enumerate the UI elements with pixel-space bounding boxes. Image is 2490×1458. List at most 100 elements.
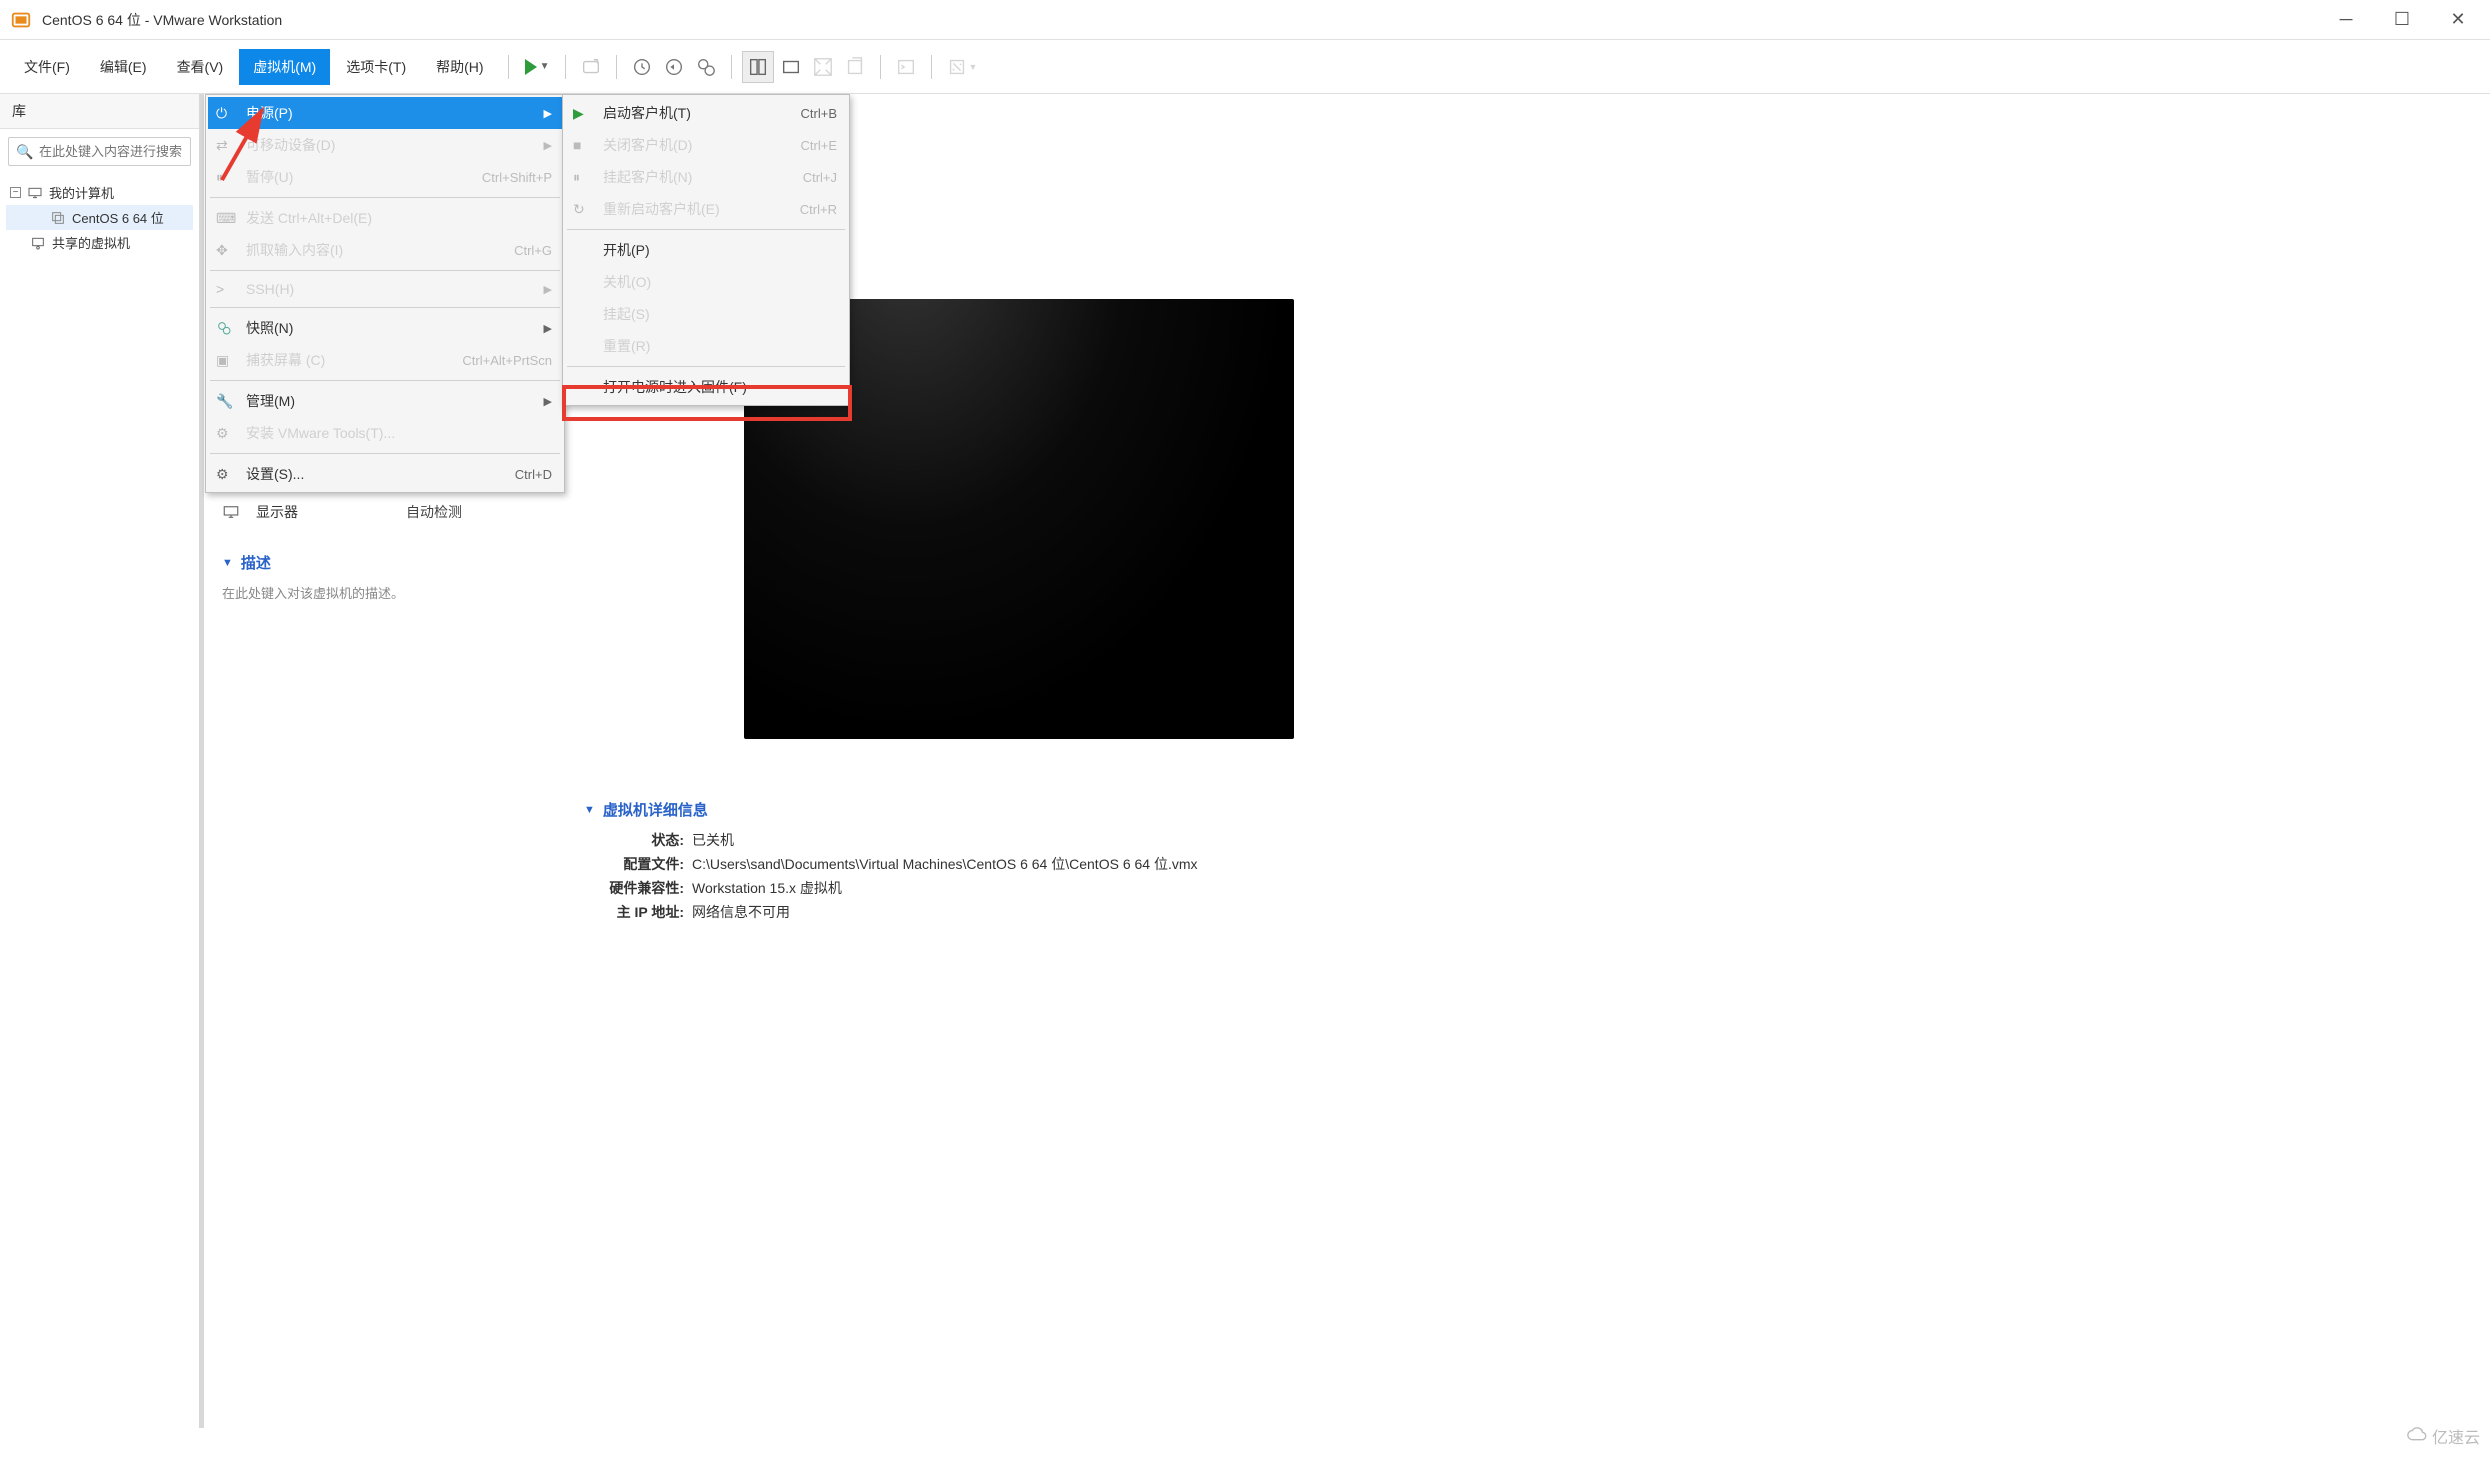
- detail-key: 硬件兼容性:: [584, 878, 684, 898]
- menu-separator: [210, 270, 560, 271]
- console-button[interactable]: [891, 52, 921, 82]
- menu-item-ssh: >SSH(H)▶: [208, 275, 562, 303]
- hw-name: 显示器: [256, 502, 406, 522]
- detail-key: 配置文件:: [584, 854, 684, 874]
- menu-item-manage[interactable]: 🔧 管理(M) ▶: [208, 385, 562, 417]
- detail-row: 状态: 已关机: [584, 830, 2450, 850]
- submenu-item: 关机(O): [565, 266, 847, 298]
- submenu-item[interactable]: ▶ 启动客户机(T)Ctrl+B: [565, 97, 847, 129]
- menu-shortcut: Ctrl+Shift+P: [482, 170, 552, 185]
- menu-separator: [210, 307, 560, 308]
- app-icon: [10, 9, 32, 31]
- sidebar-header: 库: [0, 94, 199, 129]
- power-on-button[interactable]: ▼: [519, 55, 556, 79]
- revert-snapshot-button[interactable]: [659, 52, 689, 82]
- manage-snapshots-button[interactable]: [691, 52, 721, 82]
- menubar: 文件(F) 编辑(E) 查看(V) 虚拟机(M) 选项卡(T) 帮助(H) ▼ …: [0, 40, 2490, 94]
- detail-value: 网络信息不可用: [692, 902, 790, 922]
- close-button[interactable]: ✕: [2444, 6, 2472, 34]
- menu-separator: [210, 380, 560, 381]
- menu-label: 开机(P): [603, 240, 837, 260]
- menu-item-tools: ⚙安装 VMware Tools(T)...: [208, 417, 562, 449]
- menu-item-snapshot[interactable]: 快照(N)▶: [208, 312, 562, 344]
- detail-value: Workstation 15.x 虚拟机: [692, 878, 842, 898]
- description-placeholder[interactable]: 在此处键入对该虚拟机的描述。: [222, 583, 546, 602]
- watermark: 亿速云: [2406, 1424, 2480, 1448]
- detail-row: 配置文件:C:\Users\sand\Documents\Virtual Mac…: [584, 854, 2450, 874]
- unity-button[interactable]: [840, 52, 870, 82]
- snapshot-icon: [216, 320, 238, 336]
- tree-shared-vms[interactable]: 共享的虚拟机: [6, 230, 193, 255]
- menu-shortcut: Ctrl+D: [515, 467, 552, 482]
- menu-shortcut: Ctrl+B: [801, 106, 837, 121]
- menu-shortcut: Ctrl+R: [800, 202, 837, 217]
- submenu-item[interactable]: 打开电源时进入固件(F): [565, 371, 847, 403]
- detail-value: 已关机: [692, 830, 734, 850]
- tree-my-computer[interactable]: − 我的计算机: [6, 180, 193, 205]
- menu-edit[interactable]: 编辑(E): [86, 49, 161, 85]
- play-icon: ▶: [573, 105, 595, 122]
- snapshot-button[interactable]: [627, 52, 657, 82]
- sidebar: 库 🔍 − 我的计算机 CentOS 6 64 位 共享的虚拟机: [0, 94, 200, 1428]
- menu-shortcut: Ctrl+J: [803, 170, 837, 185]
- submenu-item[interactable]: 开机(P): [565, 234, 847, 266]
- menu-label: 挂起(S): [603, 304, 837, 324]
- menu-label: 关闭客户机(D): [603, 135, 801, 155]
- tree-label: 我的计算机: [49, 183, 114, 202]
- hardware-row[interactable]: 显示器自动检测: [222, 502, 546, 522]
- menu-label: 关机(O): [603, 272, 837, 292]
- tools-icon: ⚙: [216, 425, 238, 442]
- tree-vm-centos[interactable]: CentOS 6 64 位: [6, 205, 193, 230]
- fullscreen-button[interactable]: [808, 52, 838, 82]
- titlebar: CentOS 6 64 位 - VMware Workstation ─ ☐ ✕: [0, 0, 2490, 40]
- collapse-arrow-icon: ▼: [222, 557, 233, 569]
- manage-icon: 🔧: [216, 393, 238, 410]
- menu-item-power[interactable]: ⏻电源(P)▶: [208, 97, 562, 129]
- minimize-button[interactable]: ─: [2332, 6, 2360, 34]
- thumbnail-view-button[interactable]: [776, 52, 806, 82]
- stretch-button[interactable]: ▼: [942, 52, 981, 82]
- menu-label: 发送 Ctrl+Alt+Del(E): [246, 208, 552, 228]
- menu-label: 暂停(U): [246, 167, 482, 187]
- menu-item-usb: ⇄可移动设备(D)▶: [208, 129, 562, 161]
- menu-label: 启动客户机(T): [603, 103, 801, 123]
- section-title: 虚拟机详细信息: [603, 799, 708, 820]
- collapse-icon[interactable]: −: [10, 187, 21, 198]
- menu-item-settings[interactable]: ⚙设置(S)...Ctrl+D: [208, 458, 562, 490]
- menu-label: 管理(M): [246, 391, 534, 411]
- section-title: 描述: [241, 552, 271, 573]
- description-header[interactable]: ▼ 描述: [222, 552, 546, 573]
- vm-details-header[interactable]: ▼ 虚拟机详细信息: [584, 799, 2450, 820]
- menu-label: 打开电源时进入固件(F): [603, 377, 837, 397]
- menu-help[interactable]: 帮助(H): [422, 49, 497, 85]
- submenu-item: ↻重新启动客户机(E)Ctrl+R: [565, 193, 847, 225]
- send-cad-button[interactable]: [576, 52, 606, 82]
- menu-tabs[interactable]: 选项卡(T): [332, 49, 420, 85]
- vm-preview-panel: ▼ 虚拟机详细信息 状态: 已关机配置文件:C:\Users\sand\Docum…: [564, 94, 2490, 1428]
- send-icon: ⌨: [216, 210, 238, 227]
- detail-key: 主 IP 地址:: [584, 902, 684, 922]
- menu-shortcut: Ctrl+E: [801, 138, 837, 153]
- maximize-button[interactable]: ☐: [2388, 6, 2416, 34]
- grab-icon: ✥: [216, 242, 238, 259]
- menu-vm[interactable]: 虚拟机(M): [239, 49, 330, 85]
- menu-view[interactable]: 查看(V): [163, 49, 238, 85]
- stop-icon: ■: [573, 137, 595, 153]
- menu-item-capture: ▣捕获屏幕 (C)Ctrl+Alt+PrtScn: [208, 344, 562, 376]
- submenu-item: 重置(R): [565, 330, 847, 362]
- menu-label: 重置(R): [603, 336, 837, 356]
- search-icon: 🔍: [16, 143, 33, 160]
- menu-label: 抓取输入内容(I): [246, 240, 514, 260]
- menu-label: 挂起客户机(N): [603, 167, 803, 187]
- pause-icon: ⏸: [216, 169, 238, 186]
- menu-separator: [567, 366, 845, 367]
- search-box: 🔍: [8, 137, 191, 166]
- submenu-arrow-icon: ▶: [544, 395, 552, 408]
- ssh-icon: >: [216, 281, 238, 297]
- display-icon: [222, 503, 246, 521]
- library-view-button[interactable]: [742, 51, 774, 83]
- search-input[interactable]: [8, 137, 191, 166]
- detail-key: 状态:: [584, 830, 684, 850]
- menu-label: 快照(N): [246, 318, 534, 338]
- menu-file[interactable]: 文件(F): [10, 49, 84, 85]
